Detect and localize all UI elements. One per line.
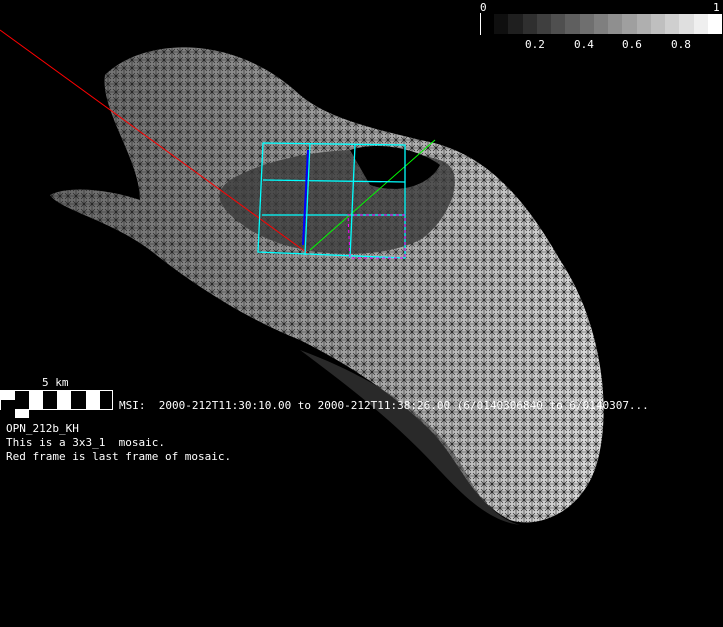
scalebar-cell <box>15 409 30 418</box>
colorbar-max-label: 1 <box>713 1 720 14</box>
scalebar-cell <box>71 400 86 409</box>
colorbar-step <box>707 14 722 34</box>
scalebar-cell <box>1 409 16 418</box>
scalebar-cell <box>43 400 58 409</box>
colorbar-step <box>508 14 523 34</box>
colorbar-step <box>522 14 537 34</box>
colorbar-step <box>665 14 680 34</box>
scalebar-cell <box>85 391 100 400</box>
scalebar-cell <box>1 400 16 409</box>
scalebar-cell <box>29 400 44 409</box>
colorbar-tick: 0.8 <box>671 38 691 51</box>
msi-time-range: MSI: 2000-212T11:30:10.00 to 2000-212T11… <box>119 399 649 412</box>
colorbar-step <box>551 14 566 34</box>
colorbar-step <box>565 14 580 34</box>
asteroid-view[interactable] <box>0 0 723 627</box>
colorbar-step <box>536 14 551 34</box>
colorbar-step <box>593 14 608 34</box>
colorbar-gradient <box>494 14 722 34</box>
colorbar-step <box>650 14 665 34</box>
scalebar <box>0 390 113 418</box>
scalebar-cell <box>1 391 16 400</box>
scalebar-cell <box>57 391 72 400</box>
frame-note: Red frame is last frame of mosaic. <box>6 450 232 463</box>
colorbar-tick: 0.2 <box>525 38 545 51</box>
colorbar-step <box>608 14 623 34</box>
scalebar-cell <box>15 391 30 400</box>
mosaic-description: This is a 3x3_1 mosaic. <box>6 436 165 449</box>
scalebar-cell <box>43 391 58 400</box>
scalebar-cell <box>85 400 100 409</box>
viewer: 0 1 0.2 0.4 0.6 0.8 5 km MSI: 2000-212T1… <box>0 0 723 627</box>
colorbar-step <box>679 14 694 34</box>
scalebar-cell <box>15 400 30 409</box>
colorbar-step <box>579 14 594 34</box>
colorbar-step <box>636 14 651 34</box>
colorbar-tick: 0.4 <box>574 38 594 51</box>
colorbar-step <box>622 14 637 34</box>
scalebar-cell <box>57 400 72 409</box>
colorbar-step <box>494 14 509 34</box>
scalebar-cell <box>71 391 86 400</box>
observation-id: OPN_212b_KH <box>6 422 79 435</box>
colorbar-step <box>693 14 708 34</box>
scalebar-label: 5 km <box>42 376 69 389</box>
scalebar-cell <box>29 391 44 400</box>
colorbar-tick: 0.6 <box>622 38 642 51</box>
